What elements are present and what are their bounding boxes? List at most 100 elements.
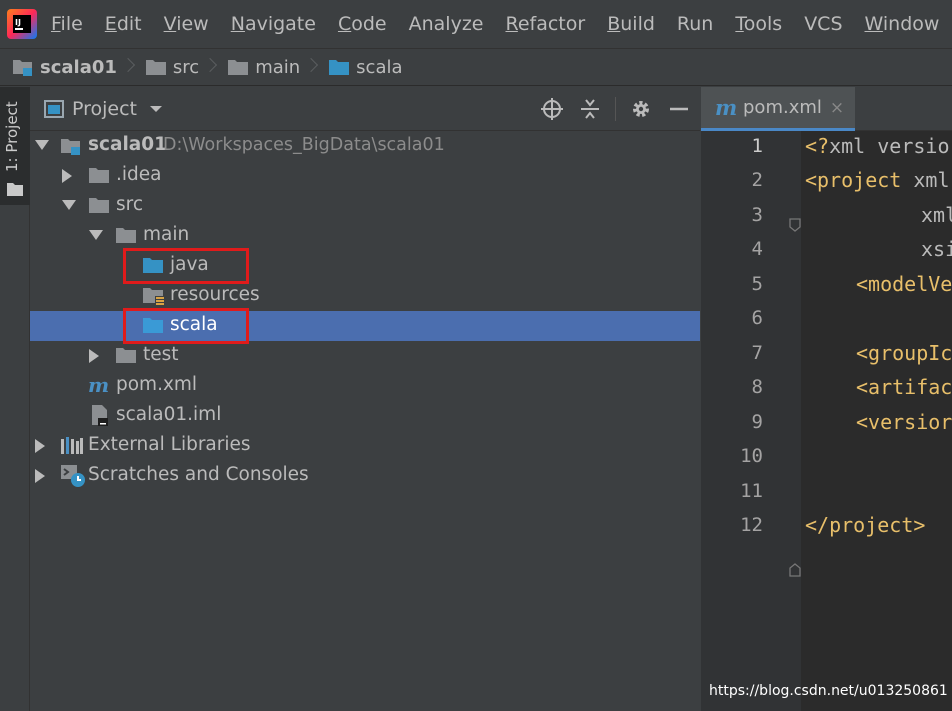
project-tool-tab-label: 1: Project	[3, 101, 21, 172]
line-number: 10	[740, 445, 763, 467]
resources-folder-icon	[143, 288, 165, 306]
expand-arrow-icon[interactable]	[62, 200, 76, 210]
tree-node-idea[interactable]: .idea	[30, 161, 700, 191]
menu-view[interactable]: View	[164, 13, 209, 35]
folder-icon	[228, 60, 249, 75]
svg-text:m: m	[715, 97, 737, 119]
collapse-arrow-icon[interactable]	[35, 439, 45, 453]
hide-panel-button[interactable]	[666, 96, 692, 122]
menu-run[interactable]: Run	[677, 13, 713, 35]
menu-refactor[interactable]: Refactor	[505, 13, 585, 35]
line-number: 3	[751, 204, 763, 226]
watermark: https://blog.csdn.net/u013250861	[709, 683, 948, 699]
collapse-all-button[interactable]	[577, 96, 603, 122]
folder-icon	[116, 348, 136, 363]
menu-build[interactable]: Build	[607, 13, 655, 35]
folder-icon	[89, 198, 109, 213]
code-line-3: xml	[921, 203, 952, 227]
settings-button[interactable]	[628, 96, 654, 122]
highlight-box-java	[123, 248, 249, 284]
collapse-all-icon	[581, 98, 599, 119]
crosshair-icon	[541, 97, 563, 120]
collapse-arrow-icon[interactable]	[89, 349, 99, 363]
tree-node-label: test	[143, 344, 179, 365]
menu-tools[interactable]: Tools	[735, 13, 782, 35]
line-number: 1	[751, 135, 763, 157]
module-icon	[13, 60, 32, 76]
code-line-1: <?xml versio	[805, 134, 950, 158]
breadcrumb-label: scala	[356, 56, 403, 78]
tree-node-resources[interactable]: resources	[30, 281, 700, 311]
folder-icon	[89, 168, 109, 183]
menu-vcs[interactable]: VCS	[804, 13, 842, 35]
code-line-5: <modelVe	[856, 272, 952, 296]
locate-file-button[interactable]	[539, 96, 565, 122]
menu-analyze[interactable]: Analyze	[409, 13, 484, 35]
tree-node-label: src	[116, 194, 144, 215]
highlight-box-scala	[123, 308, 249, 344]
tree-node-scratches[interactable]: Scratches and Consoles	[30, 461, 700, 491]
gear-icon	[633, 100, 649, 117]
code-line-7: <groupIc	[856, 341, 952, 365]
line-number: 12	[740, 514, 763, 536]
breadcrumb-item-main[interactable]: main	[227, 57, 300, 78]
breadcrumb-label: scala01	[40, 56, 117, 78]
tree-node-label: Scratches and Consoles	[88, 464, 309, 485]
project-tool-tab[interactable]: 1: Project	[0, 87, 30, 205]
tree-node-scala01[interactable]: scala01 D:\Workspaces_BigData\scala01	[30, 131, 700, 161]
menu-window[interactable]: Window	[865, 13, 940, 35]
editor-tab-pom-xml[interactable]: m pom.xml ×	[701, 87, 855, 131]
minimize-icon	[670, 107, 688, 110]
tree-node-external-libraries[interactable]: External Libraries	[30, 431, 700, 461]
tree-node-label: scala01.iml	[116, 404, 222, 425]
tree-node-iml[interactable]: scala01.iml	[30, 401, 700, 431]
code-line-12: </project>	[805, 513, 926, 537]
line-number: 2	[751, 169, 763, 191]
expand-arrow-icon[interactable]	[89, 230, 103, 240]
menu-edit[interactable]: Edit	[105, 13, 142, 35]
breadcrumb-item-project[interactable]: scala01	[12, 57, 117, 78]
module-icon	[61, 139, 80, 155]
svg-text:IJ: IJ	[15, 18, 21, 27]
breadcrumb-item-scala[interactable]: scala	[328, 56, 403, 78]
line-number: 7	[751, 342, 763, 364]
chevron-down-icon[interactable]	[149, 104, 163, 114]
expand-arrow-icon[interactable]	[35, 140, 49, 150]
tree-node-label: .idea	[116, 164, 162, 185]
breadcrumb-separator	[205, 56, 215, 78]
line-number: 11	[740, 480, 763, 502]
fold-marker-icon[interactable]	[789, 218, 801, 232]
fold-marker-icon[interactable]	[789, 563, 801, 577]
code-line-9: <versior	[856, 410, 952, 434]
maven-file-icon: m	[88, 375, 109, 395]
collapse-arrow-icon[interactable]	[62, 169, 72, 183]
breadcrumb-separator	[306, 56, 316, 78]
breadcrumb-label: src	[172, 56, 200, 78]
tree-node-main[interactable]: main	[30, 221, 700, 251]
toolbar-divider	[615, 96, 616, 121]
collapse-arrow-icon[interactable]	[35, 469, 45, 483]
breadcrumb-item-src[interactable]: src	[145, 57, 199, 78]
tree-node-pom-xml[interactable]: m pom.xml	[30, 371, 700, 401]
breadcrumb-separator	[123, 56, 133, 78]
tree-node-label: main	[143, 224, 190, 245]
breadcrumb-label: main	[255, 56, 301, 78]
menu-code[interactable]: Code	[338, 13, 387, 35]
code-line-4: xsi	[921, 237, 952, 261]
folder-icon	[7, 183, 23, 196]
folder-icon	[116, 228, 136, 243]
menu-file[interactable]: File	[51, 13, 83, 35]
line-number: 6	[751, 307, 763, 329]
project-view-icon	[44, 99, 64, 118]
tree-node-label: scala01	[88, 134, 168, 155]
menu-navigate[interactable]: Navigate	[231, 13, 316, 35]
project-panel-title[interactable]: Project	[72, 98, 137, 120]
close-icon[interactable]: ×	[830, 98, 844, 118]
folder-icon	[145, 60, 166, 75]
source-folder-icon	[329, 60, 350, 75]
iml-file-icon	[92, 405, 108, 426]
editor-tab-bar: m pom.xml ×	[701, 87, 952, 131]
tree-node-src[interactable]: src	[30, 191, 700, 221]
tree-node-test[interactable]: test	[30, 341, 700, 371]
breadcrumb: scala01 src main scala	[0, 48, 952, 86]
